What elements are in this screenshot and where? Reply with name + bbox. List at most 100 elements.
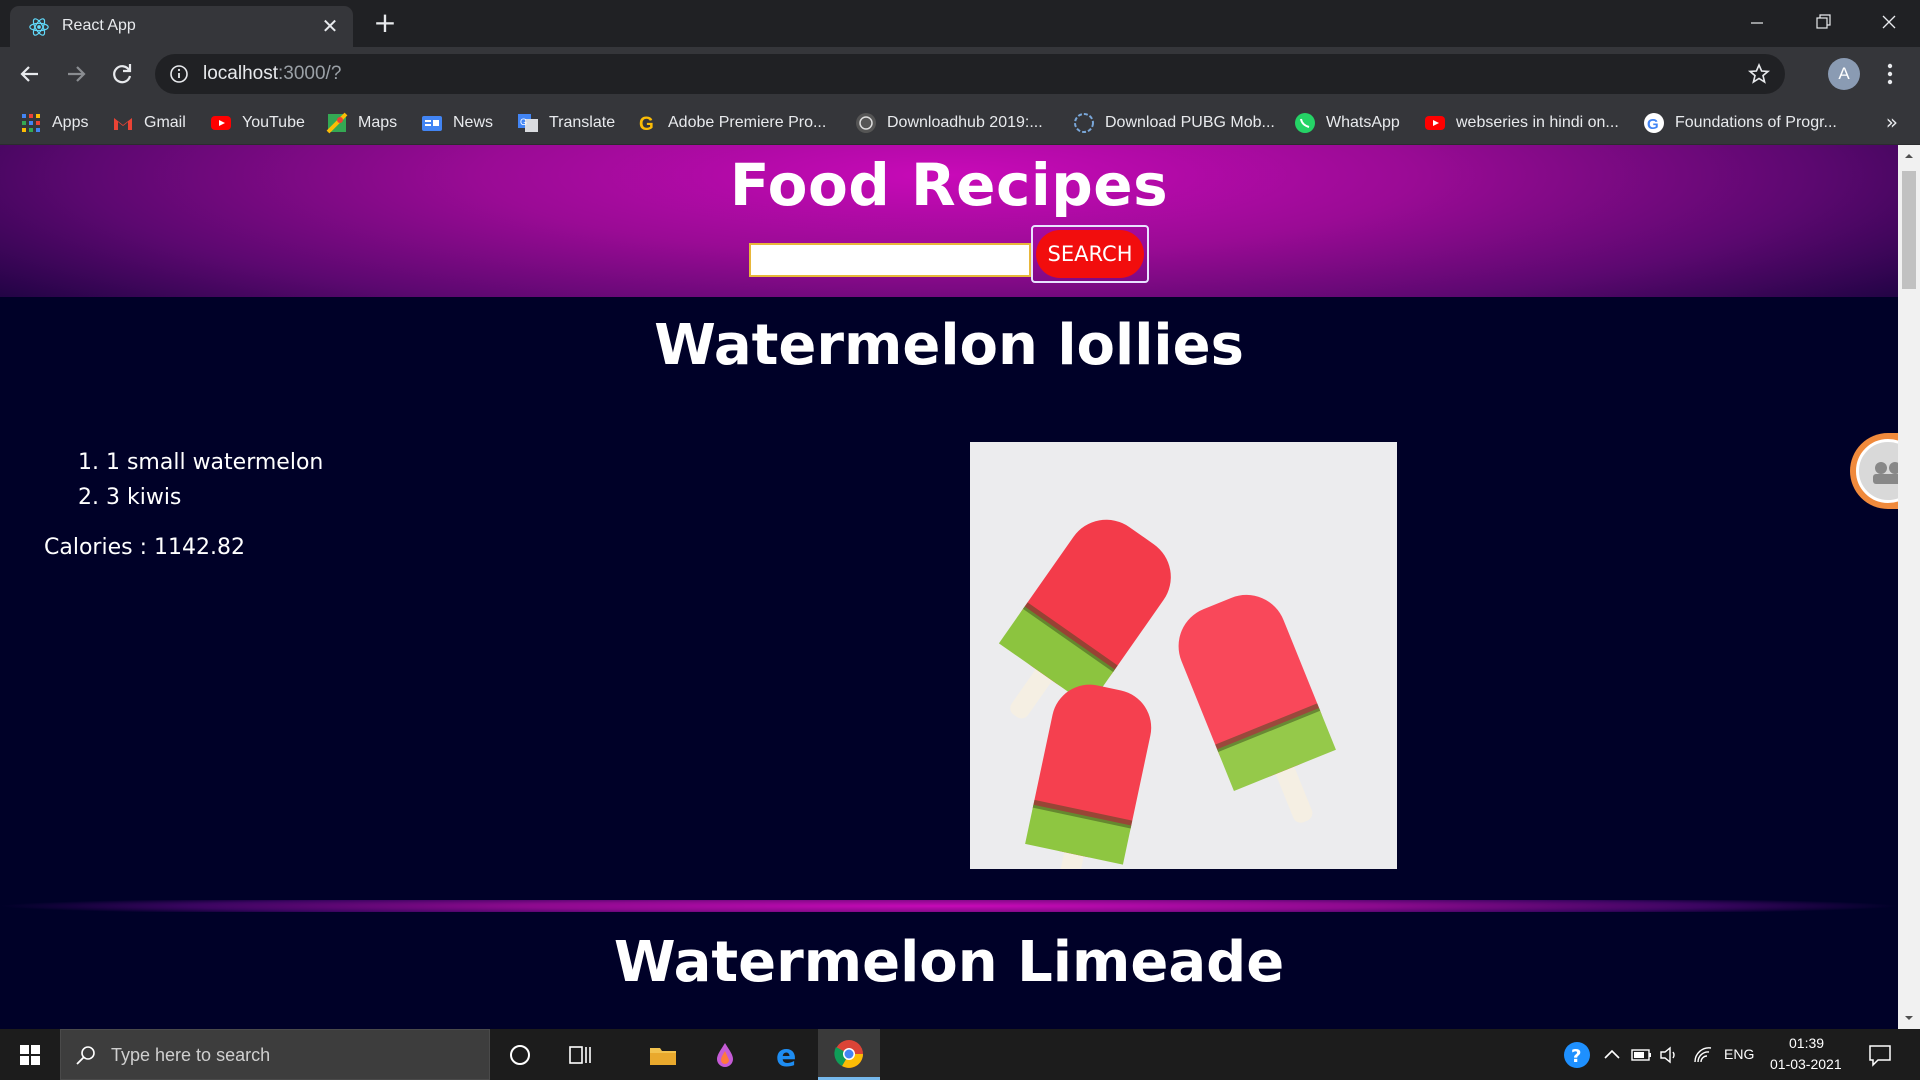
task-view-icon[interactable] <box>564 1039 596 1071</box>
recipe-image <box>970 442 1397 869</box>
restore-icon[interactable] <box>1800 8 1846 38</box>
new-tab-button[interactable]: + <box>371 9 399 38</box>
clock-date[interactable]: 01-03-2021 <box>1770 1056 1842 1072</box>
search-button-label: SEARCH <box>1036 230 1144 278</box>
widget-camera-icon <box>1856 439 1898 503</box>
minimize-icon[interactable] <box>1734 8 1780 38</box>
url-path: :3000/? <box>278 63 342 84</box>
search-button[interactable]: SEARCH <box>1031 225 1149 283</box>
ingredient-list: 1. 1 small watermelon 2. 3 kiwis <box>78 445 323 515</box>
floating-widget[interactable] <box>1850 433 1898 509</box>
bookmark-label: Apps <box>52 114 89 131</box>
bookmark-label: webseries in hindi on... <box>1456 114 1619 131</box>
ingredient-item: 1. 1 small watermelon <box>78 450 324 475</box>
windows-start-icon[interactable] <box>0 1029 60 1080</box>
whatsapp-icon <box>1295 113 1315 133</box>
maps-icon <box>326 112 348 134</box>
tray-chevron-up-icon[interactable] <box>1600 1043 1624 1067</box>
close-window-icon[interactable] <box>1866 8 1912 38</box>
apps-grid-icon <box>22 114 40 132</box>
google-icon: G <box>1644 113 1664 133</box>
info-icon[interactable] <box>169 64 189 84</box>
bookmark-label: Maps <box>358 114 398 131</box>
bookmark-adobe-premiere[interactable]: G Adobe Premiere Pro... <box>636 110 826 136</box>
recipe-divider <box>0 900 1898 912</box>
edge-icon[interactable]: e <box>772 1039 804 1071</box>
close-tab-icon[interactable]: ✕ <box>319 15 341 37</box>
bookmark-maps[interactable]: Maps <box>326 110 397 136</box>
react-logo-icon <box>29 18 49 36</box>
clock-time[interactable]: 01:39 <box>1789 1035 1824 1051</box>
gmail-icon <box>114 118 132 130</box>
bookmark-foundations[interactable]: G Foundations of Progr... <box>1643 110 1837 136</box>
bookmark-pubg[interactable]: Download PUBG Mob... <box>1073 110 1275 136</box>
bookmark-webseries[interactable]: webseries in hindi on... <box>1424 110 1619 136</box>
svg-text:G: G <box>1647 116 1659 133</box>
battery-icon[interactable] <box>1630 1043 1654 1067</box>
widget-glyph-icon <box>1873 462 1898 484</box>
search-icon <box>76 1046 95 1065</box>
page-scrollbar[interactable] <box>1898 145 1920 1029</box>
pubg-icon <box>1074 113 1094 133</box>
scroll-down-icon[interactable] <box>1904 1013 1914 1023</box>
scrollbar-thumb[interactable] <box>1902 171 1916 289</box>
bookmark-downloadhub[interactable]: Downloadhub 2019:... <box>855 110 1043 136</box>
svg-text:G: G <box>639 114 654 134</box>
svg-text:?: ? <box>1571 1046 1581 1067</box>
bookmark-label: WhatsApp <box>1326 114 1400 131</box>
address-bar[interactable]: localhost:3000/? <box>155 54 1785 94</box>
language-indicator[interactable]: ENG <box>1724 1046 1754 1062</box>
bookmark-gmail[interactable]: Gmail <box>112 110 186 136</box>
recipe-title: Watermelon Limeade <box>613 930 1285 995</box>
tab-title: React App <box>62 17 136 34</box>
bookmark-label: Gmail <box>144 114 186 131</box>
search-input[interactable] <box>749 243 1031 277</box>
more-bookmarks-button[interactable]: » <box>1886 110 1898 134</box>
downloadhub-icon <box>856 113 876 133</box>
browser-toolbar: localhost:3000/? A <box>0 47 1920 101</box>
app-title: Food Recipes <box>729 151 1169 219</box>
taskbar-search-box[interactable]: Type here to search <box>60 1029 490 1080</box>
bookmark-news[interactable]: News <box>421 110 493 136</box>
chrome-icon <box>834 1040 863 1068</box>
help-icon[interactable]: ? <box>1562 1040 1592 1070</box>
scroll-up-icon[interactable] <box>1904 151 1914 161</box>
news-icon <box>422 116 442 131</box>
paint-drop-icon[interactable] <box>709 1039 741 1071</box>
ingredient-item: 2. 3 kiwis <box>78 485 182 510</box>
back-icon[interactable] <box>14 58 46 90</box>
bookmark-apps[interactable]: Apps <box>20 110 88 136</box>
header-banner: Food Recipes SEARCH <box>0 145 1898 297</box>
youtube-icon <box>1425 116 1445 130</box>
bookmark-translate[interactable]: G Translate <box>517 110 615 136</box>
cortana-icon[interactable] <box>504 1039 536 1071</box>
browser-tab-bar: React App ✕ + <box>0 0 1920 47</box>
bookmark-youtube[interactable]: YouTube <box>210 110 305 136</box>
svg-text:e: e <box>776 1039 796 1071</box>
volume-icon[interactable] <box>1658 1043 1682 1067</box>
reload-icon[interactable] <box>106 58 138 90</box>
file-explorer-icon[interactable] <box>647 1039 679 1071</box>
bookmark-label: Download PUBG Mob... <box>1105 114 1275 131</box>
bookmark-label: News <box>453 114 494 131</box>
url-host: localhost <box>203 63 278 84</box>
bookmark-label: Translate <box>549 114 616 131</box>
translate-icon: G <box>518 114 538 132</box>
svg-text:G: G <box>520 117 527 127</box>
page-content: Food Recipes SEARCH Watermelon lollies 1… <box>0 145 1898 1029</box>
bookmark-label: YouTube <box>242 114 305 131</box>
profile-avatar[interactable]: A <box>1828 58 1860 90</box>
taskbar-chrome-button[interactable] <box>818 1029 880 1080</box>
chrome-menu-icon[interactable] <box>1880 60 1900 88</box>
tab-react-app[interactable]: React App ✕ <box>10 6 353 47</box>
notification-center-icon[interactable] <box>1866 1041 1894 1069</box>
bookmark-whatsapp[interactable]: WhatsApp <box>1294 110 1400 136</box>
wifi-icon[interactable] <box>1692 1043 1716 1067</box>
recipe-title: Watermelon lollies <box>654 313 1244 378</box>
youtube-icon <box>211 116 231 130</box>
windows-taskbar: Type here to search e ? ENG 01:39 01-03-… <box>0 1029 1920 1080</box>
calories-text: Calories : 1142.82 <box>44 535 245 560</box>
bookmark-star-icon[interactable] <box>1747 62 1771 86</box>
google-g-icon: G <box>639 114 654 134</box>
forward-icon[interactable] <box>60 58 92 90</box>
